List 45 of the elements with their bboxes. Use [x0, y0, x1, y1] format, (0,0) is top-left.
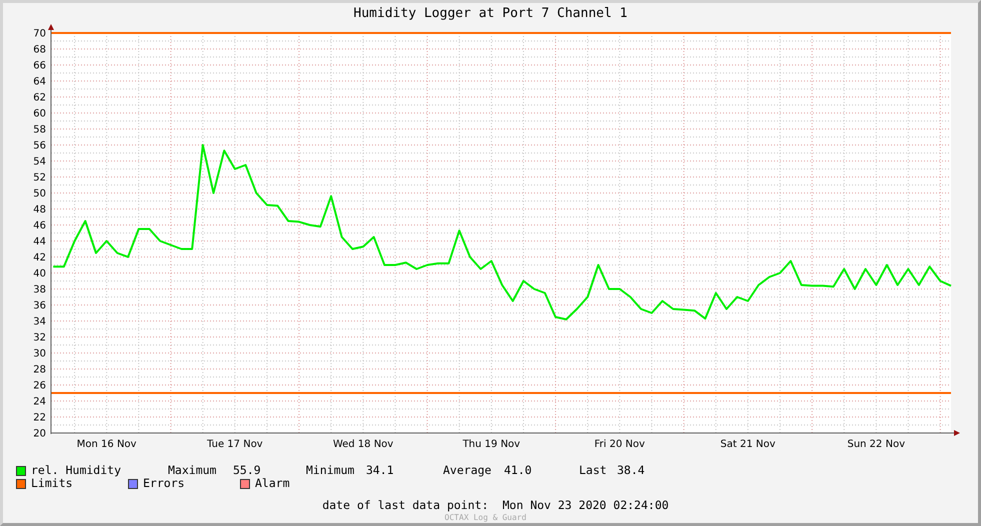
tick-label: 38 [33, 284, 46, 296]
tick-label: 70 [33, 28, 46, 40]
stat-value: 34.1 [366, 462, 395, 479]
tick-label: Wed 18 Nov [332, 439, 394, 450]
tick-label: Thu 19 Nov [462, 439, 520, 450]
tick-label: Sun 22 Nov [847, 439, 905, 450]
stat-value: 41.0 [504, 462, 533, 479]
tick-label: 64 [33, 76, 46, 88]
tick-label: Mon 16 Nov [76, 439, 136, 450]
tick-label: 60 [33, 108, 46, 120]
stat-label: Last [579, 462, 608, 479]
legend-label: Limits [31, 476, 73, 492]
tick-label: 44 [33, 236, 46, 248]
tick-label: 68 [33, 44, 46, 56]
stat-label: Minimum [306, 462, 356, 479]
chart-title: Humidity Logger at Port 7 Channel 1 [354, 6, 628, 22]
tick-label: 40 [33, 268, 46, 280]
stat-value: 38.4 [617, 462, 646, 479]
tick-label: 62 [33, 92, 46, 104]
tick-label: 32 [33, 332, 46, 344]
tick-label: 56 [33, 140, 46, 152]
stat-label: Average [443, 462, 492, 479]
tick-label: 20 [33, 428, 46, 440]
legend-label: rel. Humidity [31, 462, 122, 478]
tick-label: 36 [33, 300, 46, 312]
footer-label: date of last data point: [322, 497, 488, 514]
tick-label: Tue 17 Nov [207, 439, 263, 450]
tick-label: 24 [33, 396, 46, 408]
tick-label: 30 [33, 348, 46, 360]
tick-label: 28 [33, 364, 46, 376]
tick-label: Sat 21 Nov [720, 439, 776, 450]
tick-label: 54 [33, 156, 46, 168]
tick-label: 52 [33, 172, 46, 184]
tick-label: Fri 20 Nov [594, 439, 645, 450]
tick-label: 26 [33, 380, 46, 392]
tick-label: 42 [33, 252, 46, 264]
tick-label: 66 [33, 60, 46, 72]
tick-label: 22 [33, 412, 46, 424]
watermark-text: OCTAX Log & Guard [444, 513, 528, 523]
tick-label: 58 [33, 124, 46, 136]
tick-label: 46 [33, 220, 46, 232]
tick-label: 34 [33, 316, 46, 328]
tick-label: 50 [33, 188, 46, 200]
footer-value: Mon Nov 23 2020 02:24:00 [502, 497, 669, 514]
tick-label: 48 [33, 204, 46, 216]
